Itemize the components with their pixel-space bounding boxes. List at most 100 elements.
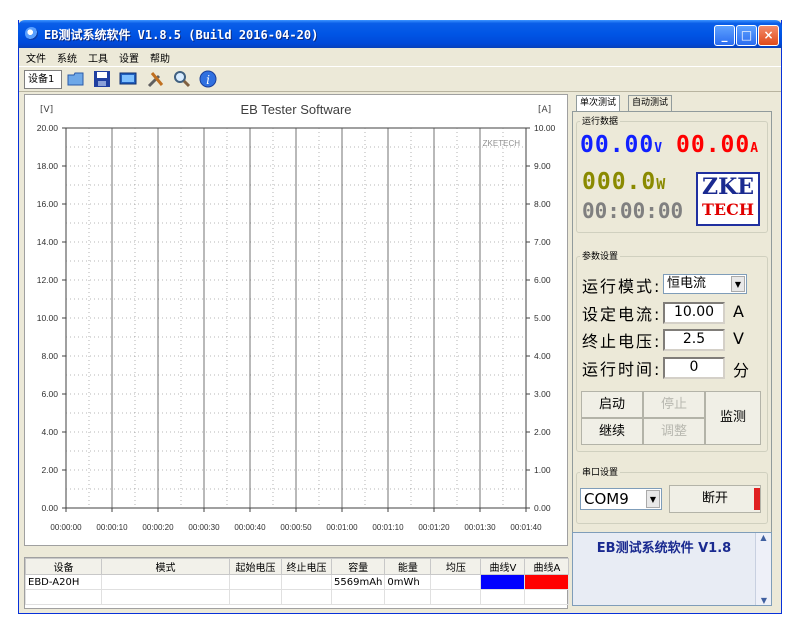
cell-energy: 0mWh (384, 574, 432, 590)
col-avg-voltage[interactable]: 均压 (430, 558, 482, 575)
menu-settings[interactable]: 设置 (119, 50, 139, 65)
mode-value: 恒电流 (667, 276, 707, 291)
x-tick-label: 00:01:00 (326, 523, 358, 532)
info-icon[interactable]: i (198, 69, 218, 89)
x-tick-label: 00:00:40 (234, 523, 266, 532)
disconnect-button[interactable]: 断开 (669, 485, 761, 513)
save-icon[interactable] (92, 69, 112, 89)
y-right-tick-label: 10.00 (534, 123, 556, 133)
y-right-tick-label: 7.00 (534, 237, 551, 247)
y-right-tick-label: 6.00 (534, 275, 551, 285)
set-current-input[interactable]: 10.00 (663, 302, 725, 324)
col-curve-a[interactable]: 曲线A (524, 558, 570, 575)
cell-capacity: 5569mAh (330, 574, 386, 590)
zoom-icon[interactable] (172, 69, 192, 89)
y-right-tick-label: 1.00 (534, 465, 551, 475)
curve-v-swatch[interactable] (480, 574, 526, 590)
cell-start-voltage (229, 574, 282, 590)
minimize-button[interactable]: _ (714, 25, 735, 46)
y-left-axis-label: [V] (40, 105, 53, 115)
mode-label: 运行模式: (582, 277, 662, 296)
menu-help[interactable]: 帮助 (150, 50, 170, 65)
x-tick-label: 00:01:40 (510, 523, 542, 532)
scroll-up-icon[interactable]: ▲ (756, 533, 771, 542)
run-time-unit: 分 (733, 361, 750, 380)
col-capacity[interactable]: 容量 (330, 558, 386, 575)
power-unit: W (656, 175, 667, 193)
col-device[interactable]: 设备 (25, 558, 102, 575)
cell-end-voltage (281, 574, 332, 590)
chart-watermark: ZKETECH (483, 139, 521, 148)
menu-tools[interactable]: 工具 (88, 50, 108, 65)
voltage-current-chart[interactable]: 0.00 2.00 4.00 6.00 8.00 10.00 12.00 14.00 16.00… (24, 94, 568, 546)
y-left-tick-label: 14.00 (37, 237, 59, 247)
elapsed-time: 00:00:00 (582, 199, 684, 223)
col-energy[interactable]: 能量 (384, 558, 432, 575)
cutoff-voltage-unit: V (733, 329, 744, 348)
col-mode[interactable]: 模式 (101, 558, 230, 575)
maximize-button[interactable]: □ (736, 25, 757, 46)
cutoff-voltage-input[interactable]: 2.5 (663, 329, 725, 351)
stop-button[interactable]: 停止 (643, 391, 705, 418)
x-tick-label: 00:00:00 (50, 523, 82, 532)
y-right-tick-label: 5.00 (534, 313, 551, 323)
status-text: EB测试系统软件 V1.8 (596, 541, 732, 556)
y-left-tick-label: 16.00 (37, 199, 59, 209)
close-button[interactable]: × (758, 25, 779, 46)
col-start-voltage[interactable]: 起始电压 (229, 558, 282, 575)
chevron-down-icon[interactable]: ▼ (646, 490, 660, 508)
tools-icon[interactable] (146, 69, 166, 89)
status-box[interactable]: EB测试系统软件 V1.8 ▲ ▼ (572, 532, 772, 606)
col-end-voltage[interactable]: 终止电压 (281, 558, 332, 575)
zketech-logo: ZKE TECH (696, 172, 760, 226)
com-port-select[interactable]: COM9 ▼ (580, 488, 662, 510)
current-value: 00.00 (676, 132, 751, 158)
run-time-input[interactable]: 0 (663, 357, 725, 379)
status-scrollbar[interactable]: ▲ ▼ (755, 533, 771, 605)
run-data-label: 运行数据 (580, 114, 621, 127)
app-icon (25, 27, 38, 40)
continue-button[interactable]: 继续 (581, 418, 643, 445)
current-unit: A (750, 141, 760, 156)
table-row[interactable]: EBD-A20H 5569mAh 0mWh (25, 574, 570, 590)
chevron-down-icon[interactable]: ▼ (731, 276, 745, 292)
data-table: 设备 模式 起始电压 终止电压 容量 能量 均压 曲线V 曲线A EBD-A20… (25, 558, 570, 605)
voltage-value: 00.00 (580, 132, 655, 158)
current-readout: 00.00A (676, 132, 759, 158)
adjust-button[interactable]: 调整 (643, 418, 705, 445)
menu-system[interactable]: 系统 (57, 50, 77, 65)
y-left-tick-label: 6.00 (41, 389, 58, 399)
y-left-tick-label: 2.00 (41, 465, 58, 475)
folder-icon[interactable] (66, 69, 86, 89)
tab-single-test[interactable]: 单次测试 (576, 95, 621, 111)
logo-line1: ZKE (702, 174, 754, 200)
start-button[interactable]: 启动 (581, 391, 643, 418)
cutoff-voltage-label: 终止电压: (582, 332, 662, 351)
mode-select[interactable]: 恒电流 ▼ (663, 274, 747, 294)
y-left-tick-label: 12.00 (37, 275, 59, 285)
x-tick-label: 00:00:30 (188, 523, 220, 532)
scroll-down-icon[interactable]: ▼ (756, 596, 772, 605)
table-row (25, 589, 570, 605)
tab-auto-test[interactable]: 自动测试 (628, 95, 673, 111)
power-value: 000.0 (582, 169, 657, 195)
params-label: 参数设置 (580, 249, 621, 262)
y-right-tick-label: 3.00 (534, 389, 551, 399)
chart-title: EB Tester Software (240, 102, 351, 117)
y-left-tick-label: 4.00 (41, 427, 58, 437)
y-right-axis-label: [A] (538, 105, 551, 115)
device-tab[interactable]: 设备1 (24, 70, 62, 89)
curve-a-swatch[interactable] (524, 574, 570, 590)
monitor-button[interactable]: 监测 (705, 391, 761, 445)
menu-file[interactable]: 文件 (26, 50, 46, 65)
connection-indicator (754, 488, 760, 510)
y-right-tick-label: 9.00 (534, 161, 551, 171)
com-port-value: COM9 (584, 490, 629, 508)
x-tick-label: 00:00:50 (280, 523, 312, 532)
logo-line2: TECH (702, 200, 754, 219)
monitor-icon[interactable] (118, 69, 138, 89)
col-curve-v[interactable]: 曲线V (480, 558, 526, 575)
set-current-unit: A (733, 302, 744, 321)
x-tick-label: 00:00:20 (142, 523, 174, 532)
y-right-tick-label: 2.00 (534, 427, 551, 437)
